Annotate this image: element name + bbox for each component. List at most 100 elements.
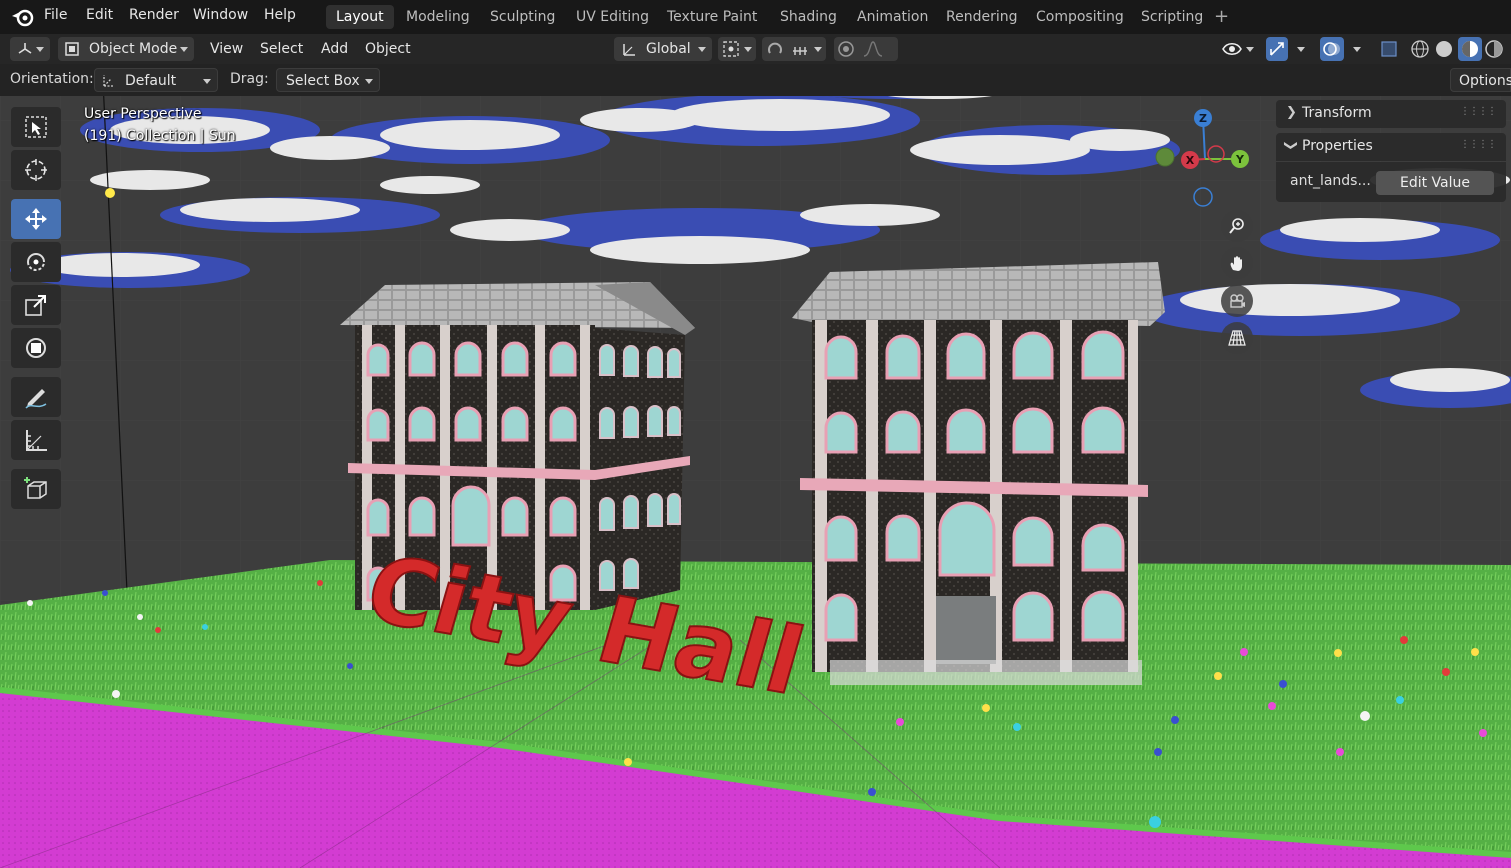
3d-viewport[interactable]: City Hall User Perspective (191) Collect… (0, 96, 1511, 868)
add-cube-icon (24, 477, 47, 499)
rotate-icon (27, 253, 45, 271)
menu-file[interactable]: File (44, 7, 67, 23)
menu-render[interactable]: Render (129, 7, 179, 23)
orientation-dropdown[interactable]: Default (94, 68, 218, 92)
pivot-point-dropdown[interactable] (718, 37, 756, 61)
navigation-gizmo[interactable]: Z Y X (1150, 104, 1260, 214)
tool-settings-bar: Orientation: Default Drag: Select Box Op… (0, 64, 1511, 96)
collection-info: (191) Collection | Sun (84, 128, 236, 144)
zoom-magnifier-icon (1229, 218, 1244, 234)
wireframe-shading-icon[interactable] (1410, 39, 1430, 59)
select-box-icon (25, 116, 47, 138)
measure-tool[interactable] (11, 420, 61, 460)
rotate-tool[interactable] (11, 242, 61, 282)
snapping-group[interactable] (762, 37, 826, 61)
gizmo-toggle[interactable] (1266, 37, 1312, 61)
tab-compositing[interactable]: Compositing (1026, 5, 1134, 29)
3d-cursor-icon (25, 159, 47, 181)
move-arrows-icon (25, 208, 47, 230)
drag-handle-icon[interactable]: ⋮⋮⋮⋮ (1460, 106, 1497, 117)
orientation-axes-icon (623, 44, 635, 56)
tab-rendering[interactable]: Rendering (936, 5, 1028, 29)
tab-uv-editing[interactable]: UV Editing (566, 5, 659, 29)
menu-view[interactable]: View (210, 37, 243, 61)
select-box-tool[interactable] (11, 107, 61, 147)
overlays-icon (1323, 42, 1340, 56)
cursor-tool[interactable] (11, 150, 61, 190)
orientation-value: Default (125, 73, 177, 89)
pan-button[interactable] (1221, 247, 1253, 279)
annotate-pencil-icon (25, 389, 47, 409)
options-button[interactable]: Options (1450, 68, 1511, 92)
transform-orientation-dropdown[interactable]: Global (614, 37, 712, 61)
menu-select[interactable]: Select (260, 37, 303, 61)
snap-increment-icon (793, 47, 807, 55)
falloff-curve-icon (863, 41, 883, 57)
perspective-toggle-button[interactable] (1221, 322, 1253, 354)
options-label: Options (1459, 73, 1511, 89)
tab-layout[interactable]: Layout (326, 5, 394, 29)
mode-label: Object Mode (89, 41, 178, 57)
visibility-dropdown[interactable] (1220, 37, 1258, 61)
mode-dropdown[interactable]: Object Mode (58, 37, 194, 61)
scale-tool[interactable] (11, 285, 61, 325)
blender-logo-icon[interactable] (10, 6, 36, 28)
move-tool[interactable] (11, 199, 61, 239)
top-bar: File Edit Render Window Help Layout Mode… (0, 0, 1511, 34)
tab-shading[interactable]: Shading (770, 5, 847, 29)
editor-type-icon (18, 43, 32, 54)
viewport-header: Object Mode View Select Add Object Globa… (0, 34, 1511, 64)
tab-sculpting[interactable]: Sculpting (480, 5, 565, 29)
rendered-shading-icon[interactable] (1484, 39, 1504, 59)
material-preview-shading-icon[interactable] (1460, 39, 1480, 59)
grid-perspective-icon (1228, 330, 1246, 346)
tab-scripting[interactable]: Scripting (1131, 5, 1213, 29)
edit-value-button[interactable]: Edit Value (1376, 171, 1494, 195)
property-key: ant_lands... (1290, 173, 1371, 189)
add-workspace-icon[interactable]: + (1214, 6, 1229, 28)
tab-animation[interactable]: Animation (847, 5, 938, 29)
tab-texture-paint[interactable]: Texture Paint (657, 5, 767, 29)
solid-shading-icon[interactable] (1434, 39, 1454, 59)
drag-label: Drag: (230, 71, 269, 87)
scale-icon (25, 295, 46, 316)
transform-tool[interactable] (11, 328, 61, 368)
overlays-toggle[interactable] (1320, 37, 1366, 61)
scene-render: City Hall (0, 96, 1511, 868)
menu-edit[interactable]: Edit (86, 7, 113, 23)
object-mode-icon (65, 42, 79, 56)
properties-panel-title: Properties (1302, 138, 1373, 154)
gizmo-arrows-icon (1270, 42, 1284, 56)
transform-panel-title: Transform (1302, 105, 1372, 121)
orientation-label: Global (646, 41, 691, 57)
snap-magnet-icon (768, 42, 782, 54)
proportional-edit-icon (838, 41, 854, 57)
properties-panel-header[interactable]: ❯ Properties ⋮⋮⋮⋮ (1276, 133, 1506, 161)
xray-icon (1381, 41, 1397, 57)
camera-view-button[interactable] (1221, 285, 1253, 317)
hand-pan-icon (1230, 256, 1242, 271)
right-building (792, 262, 1165, 685)
transform-panel-header[interactable]: ❯ Transform ⋮⋮⋮⋮ (1276, 100, 1506, 128)
tab-modeling[interactable]: Modeling (396, 5, 480, 29)
properties-panel-body: ant_lands... Edit Value (1276, 162, 1506, 202)
add-cube-tool[interactable] (11, 469, 61, 509)
drag-dropdown[interactable]: Select Box (276, 68, 380, 92)
eye-icon (1222, 42, 1242, 56)
light-dot (105, 188, 115, 198)
xray-toggle[interactable] (1378, 37, 1400, 61)
menu-object[interactable]: Object (365, 37, 411, 61)
menu-window[interactable]: Window (193, 7, 248, 23)
gizmo-z-label: Z (1199, 112, 1207, 125)
editor-type-button[interactable] (10, 37, 50, 61)
gizmo-x-label: X (1186, 154, 1195, 167)
menu-help[interactable]: Help (264, 7, 296, 23)
transform-icon (26, 338, 46, 358)
shading-modes[interactable] (1408, 37, 1508, 61)
annotate-tool[interactable] (11, 377, 61, 417)
zoom-button[interactable] (1221, 210, 1253, 242)
drag-handle-icon[interactable]: ⋮⋮⋮⋮ (1460, 139, 1497, 150)
gizmo-y-label: Y (1235, 153, 1245, 166)
menu-add[interactable]: Add (321, 37, 348, 61)
proportional-editing-group[interactable] (834, 37, 898, 61)
